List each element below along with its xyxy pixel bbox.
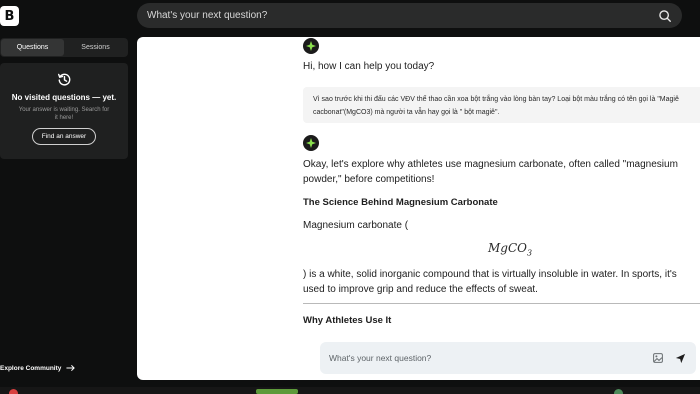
tab-sessions[interactable]: Sessions — [64, 39, 127, 56]
ask-input[interactable] — [329, 353, 653, 363]
taskbar-app-icon[interactable] — [9, 389, 18, 394]
formula-base: MgCO — [488, 241, 527, 255]
taskbar — [0, 387, 700, 394]
user-message: Vì sao trước khi thi đấu các VĐV thể tha… — [303, 87, 700, 123]
answer-paragraph-start: Magnesium carbonate ( — [303, 220, 409, 231]
app-logo[interactable]: B — [0, 6, 19, 26]
taskbar-app-icon[interactable] — [614, 389, 623, 394]
image-icon[interactable] — [653, 353, 663, 363]
chemical-formula: MgCO3 — [488, 241, 532, 257]
taskbar-active-app[interactable] — [256, 389, 298, 394]
ask-bar[interactable] — [320, 342, 696, 374]
answer-intro: Okay, let's explore why athletes use mag… — [303, 159, 678, 185]
history-icon — [57, 73, 70, 86]
answer-heading-science: The Science Behind Magnesium Carbonate — [303, 197, 498, 208]
assistant-greeting: Hi, how I can help you today? — [303, 61, 435, 72]
answer-heading-why: Why Athletes Use It — [303, 315, 392, 326]
explore-community-link[interactable]: Explore Community — [0, 364, 76, 372]
search-icon[interactable] — [658, 9, 672, 23]
sparkle-icon — [306, 41, 316, 51]
chat-panel: Hi, how I can help you today? Vì sao trư… — [137, 37, 700, 380]
visited-questions-empty-state: No visited questions — yet. Your answer … — [0, 63, 128, 159]
empty-state-title: No visited questions — yet. — [11, 93, 117, 102]
arrow-right-icon — [66, 364, 76, 372]
section-divider — [303, 303, 700, 304]
sparkle-icon — [306, 138, 316, 148]
top-search-input[interactable] — [147, 10, 658, 21]
top-search-bar[interactable] — [137, 3, 682, 28]
tab-questions[interactable]: Questions — [1, 39, 64, 56]
answer-paragraph-end: ) is a white, solid inorganic compound t… — [303, 269, 677, 295]
sidebar-tabs: Questions Sessions — [0, 38, 128, 57]
logo-letter: B — [4, 8, 15, 24]
empty-state-text: Your answer is waiting. Search for it he… — [18, 107, 110, 121]
find-answer-button[interactable]: Find an answer — [31, 128, 97, 145]
formula-subscript: 3 — [527, 248, 533, 258]
assistant-avatar — [303, 38, 319, 54]
assistant-avatar — [303, 135, 319, 151]
explore-community-label: Explore Community — [0, 364, 62, 372]
send-icon[interactable] — [675, 353, 686, 364]
